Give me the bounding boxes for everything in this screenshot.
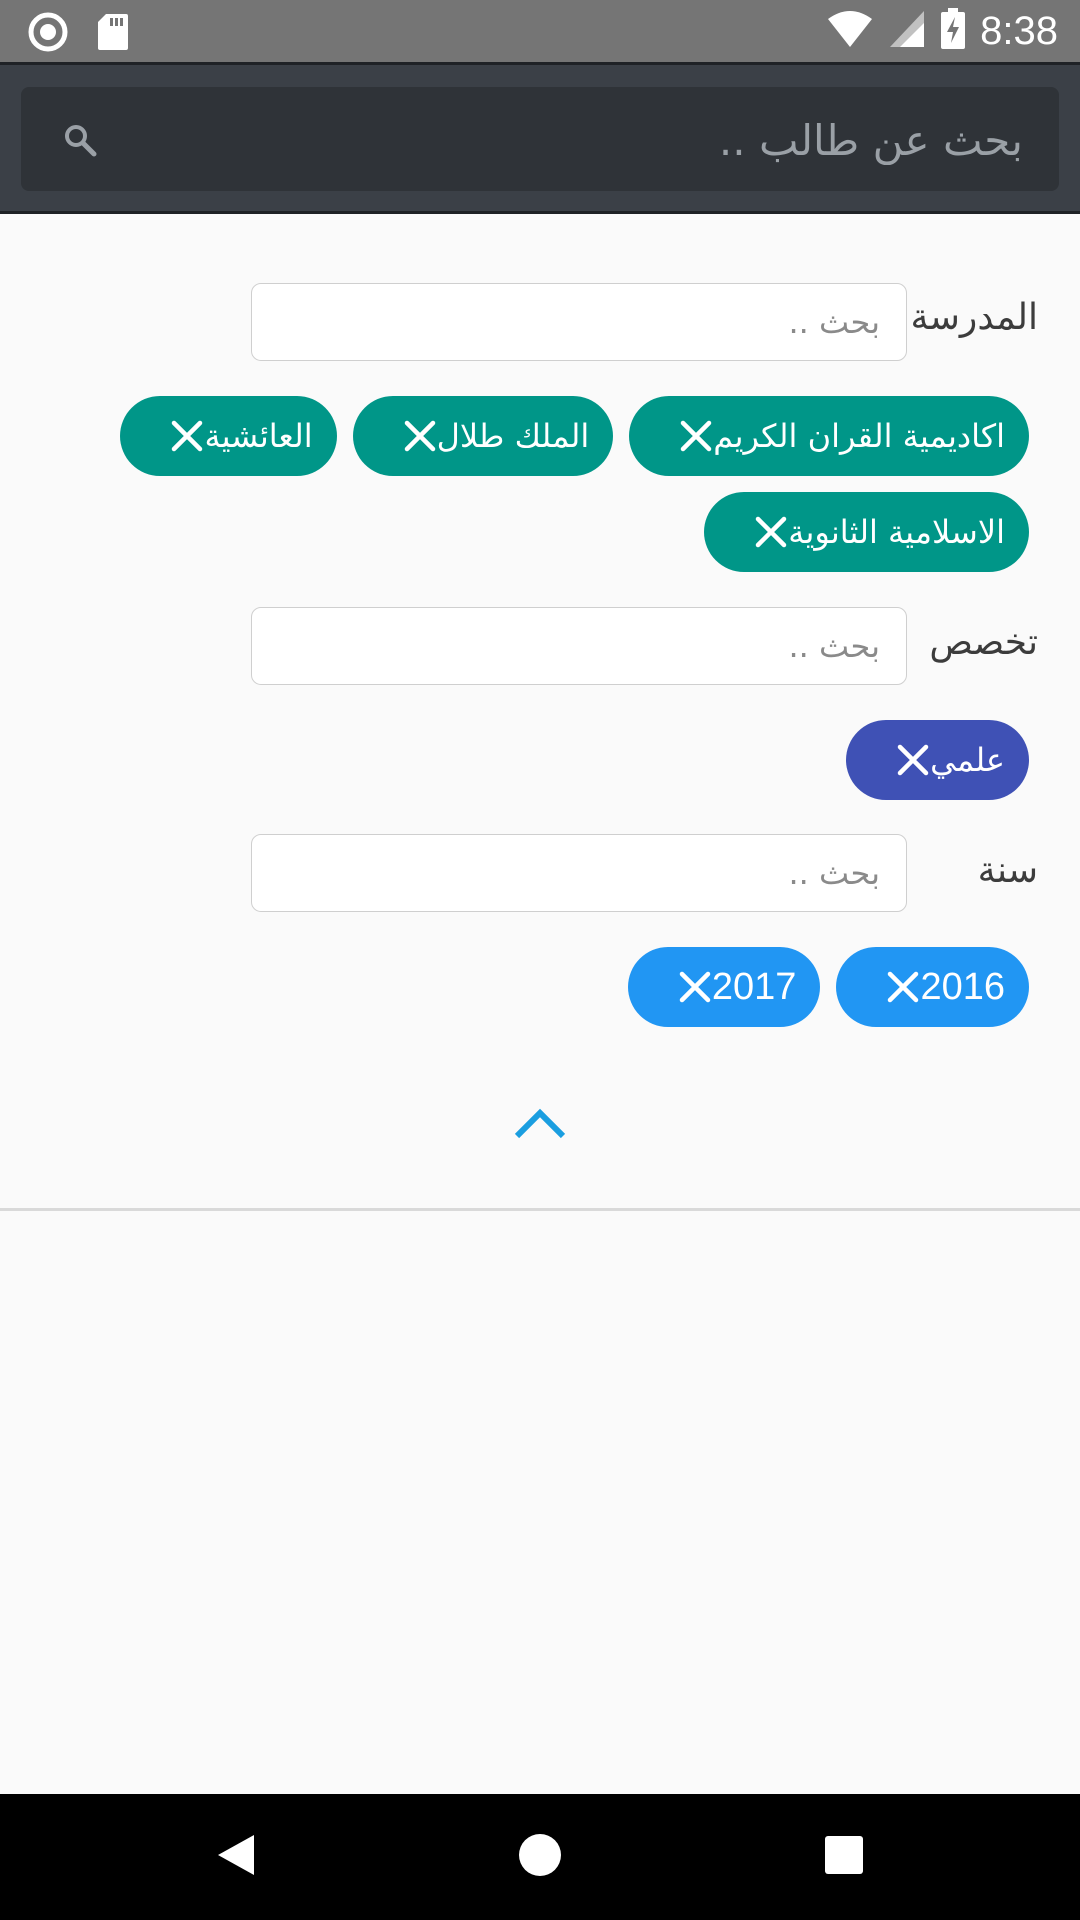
year-chips-row: 2016 2017 [627,947,1029,1027]
year-search-input[interactable] [251,834,907,912]
navigation-bar [0,1794,1080,1920]
specialization-label: تخصص [929,622,1038,663]
signal-icon [888,9,926,53]
school-search-input[interactable] [251,283,907,361]
school-chip[interactable]: الملك طلال [352,396,614,476]
school-chips-row-2: الاسلامية الثانوية [704,492,1029,572]
back-button[interactable] [166,1794,306,1920]
year-chip[interactable]: 2016 [836,947,1029,1027]
status-time: 8:38 [980,9,1058,53]
close-icon[interactable] [170,419,204,453]
close-icon[interactable] [678,970,712,1004]
year-label: سنة [977,850,1038,891]
chip-label: اكاديمية القران الكريم [713,417,1005,455]
wifi-icon [826,9,874,53]
year-chip[interactable]: 2017 [627,947,821,1027]
close-icon[interactable] [679,419,713,453]
chip-label: الاسلامية الثانوية [788,513,1005,551]
close-icon[interactable] [754,515,788,549]
specialization-chip[interactable]: علمي [846,720,1029,800]
back-triangle-icon[interactable] [214,1831,258,1883]
chip-label: العائشية [204,417,313,455]
divider [0,1208,1080,1211]
specialization-chips-row: علمي [846,720,1029,800]
record-icon [28,12,68,56]
chevron-up-icon[interactable] [513,1106,567,1144]
home-circle-icon[interactable] [517,1832,563,1882]
search-icon[interactable] [63,123,97,161]
chip-label: 2016 [920,966,1005,1008]
school-chips-row-1: اكاديمية القران الكريم الملك طلال العائش… [120,396,1029,476]
status-bar: 8:38 [0,0,1080,62]
battery-charging-icon [940,8,966,54]
school-label: المدرسة [910,297,1038,338]
close-icon[interactable] [896,743,930,777]
recents-square-icon[interactable] [824,1835,864,1879]
close-icon[interactable] [886,970,920,1004]
school-chip[interactable]: العائشية [120,396,337,476]
specialization-search-input[interactable] [251,607,907,685]
close-icon[interactable] [403,419,437,453]
chip-label: علمي [930,741,1005,779]
school-chip[interactable]: اكاديمية القران الكريم [629,396,1029,476]
chip-label: الملك طلال [436,417,590,455]
student-search-bar[interactable] [21,87,1059,193]
sd-card-icon [96,12,130,56]
recents-button[interactable] [774,1794,914,1920]
student-search-input[interactable] [121,87,1025,193]
home-button[interactable] [470,1794,610,1920]
school-chip[interactable]: الاسلامية الثانوية [704,492,1029,572]
collapse-filters-button[interactable] [510,1100,570,1150]
chip-label: 2017 [711,966,797,1008]
app-bar [0,62,1080,214]
